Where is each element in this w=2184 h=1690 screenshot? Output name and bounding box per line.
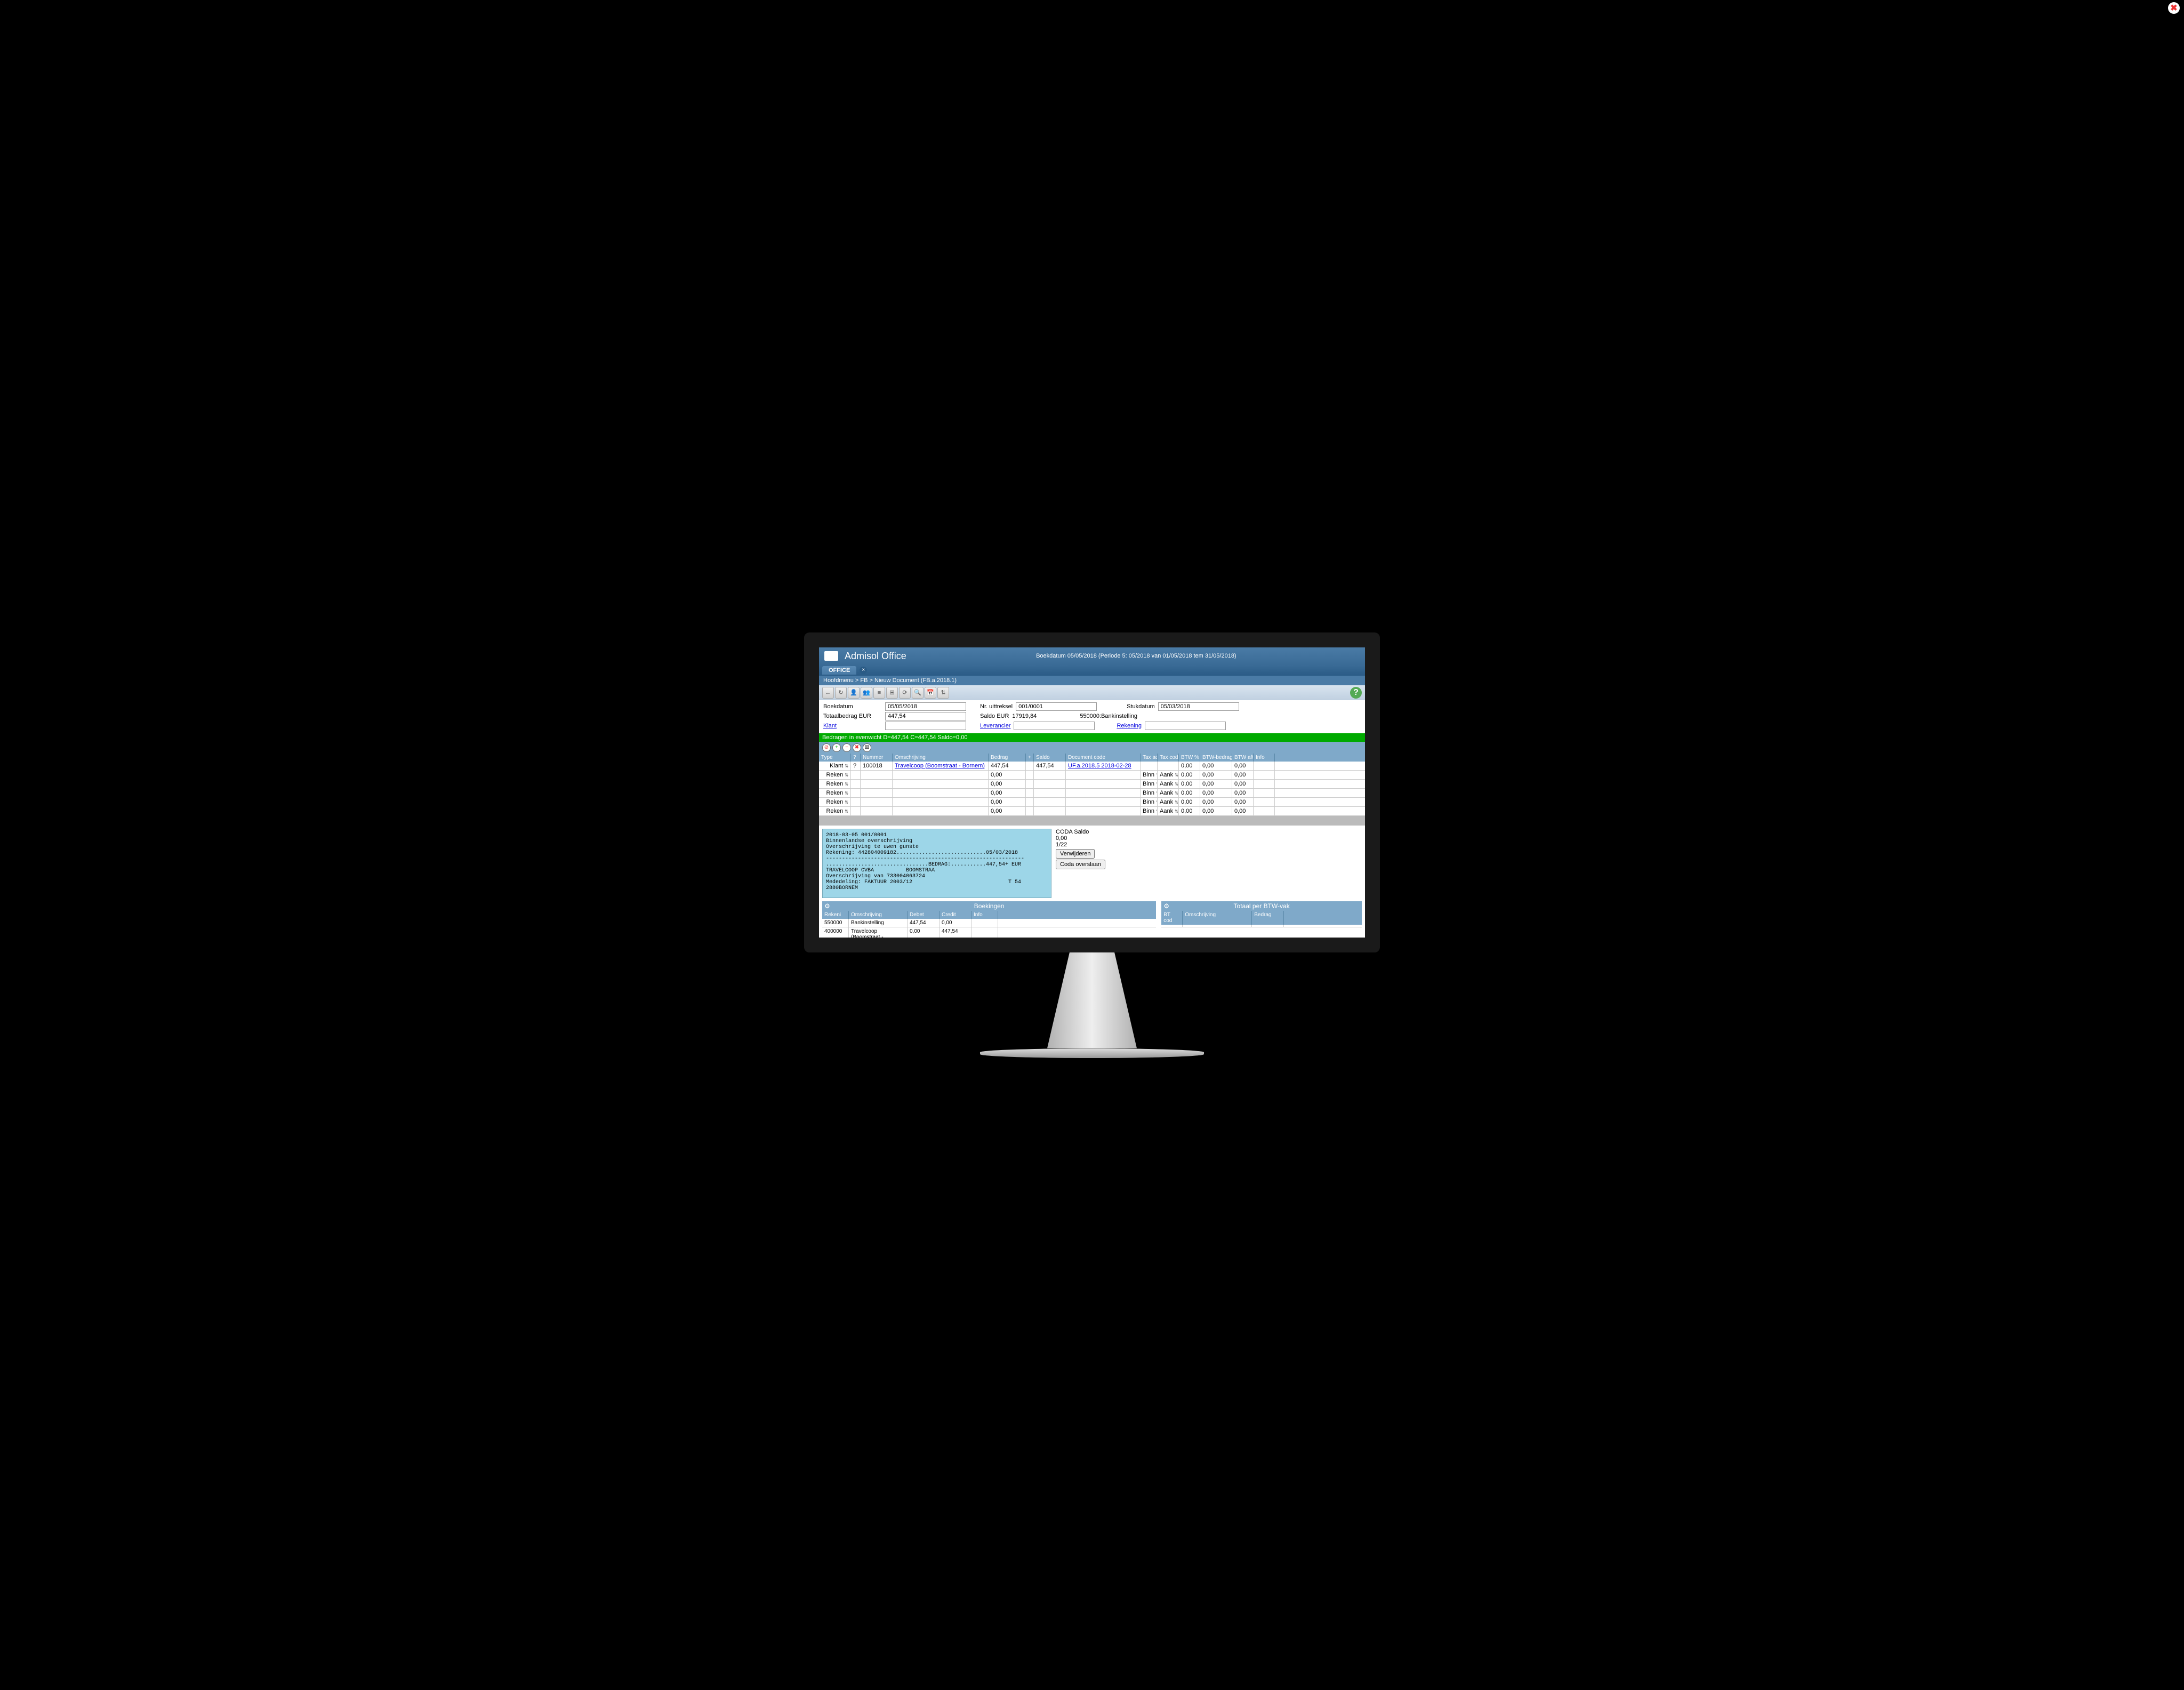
sort-button[interactable]: ⇅ <box>937 687 949 699</box>
boekdatum-input[interactable] <box>885 702 966 711</box>
rekening-link[interactable]: Rekening <box>1117 723 1141 729</box>
search-button[interactable]: 🔍 <box>912 687 924 699</box>
refresh-button[interactable]: ↻ <box>835 687 847 699</box>
app-title: Admisol Office <box>845 651 906 662</box>
coda-saldo-label: CODA Saldo <box>1056 829 1105 835</box>
grid-row[interactable]: Klant ⇅?100018Travelcoop (Boomstraat - B… <box>819 762 1365 771</box>
tab-close-icon[interactable]: × <box>860 667 867 674</box>
coda-panel: CODA Saldo 0,00 1/22 Verwijderen Coda ov… <box>1056 829 1105 898</box>
leverancier-link[interactable]: Leverancier <box>980 723 1010 729</box>
btwvak-panel: ⚙Totaal per BTW-vak BT cod Omschrijving … <box>1161 901 1362 942</box>
klant-input[interactable] <box>885 722 966 730</box>
app-logo-icon <box>824 651 838 661</box>
breadcrumb: Hoofdmenu > FB > Nieuw Document (FB.a.20… <box>819 676 1365 685</box>
grid-remove-icon[interactable]: − <box>842 743 851 752</box>
boekdatum-label: Boekdatum <box>823 703 882 710</box>
back-button[interactable]: ← <box>822 687 834 699</box>
totaal-label: Totaalbedrag EUR <box>823 713 882 719</box>
document-form: Boekdatum Nr. uittreksel Stukdatum Totaa… <box>819 700 1365 733</box>
coda-memo[interactable]: 2018-03-05 001/0001 Binnenlandse oversch… <box>822 829 1051 898</box>
saldo-label: Saldo EUR <box>980 713 1009 719</box>
tab-office[interactable]: OFFICE <box>822 666 856 675</box>
grid-row[interactable]: Reken ⇅0,00Binn ⇅Aank ⇅0,000,000,00 <box>819 789 1365 798</box>
boeking-row[interactable]: 550000Bankinstelling447,540,00 <box>822 919 1156 927</box>
tab-bar: OFFICE × <box>819 665 1365 676</box>
grid-button[interactable]: ⊞ <box>886 687 898 699</box>
gear-icon[interactable]: ⚙ <box>1163 902 1169 910</box>
balance-status: Bedragen in evenwicht D=447,54 C=447,54 … <box>819 733 1365 742</box>
users-button[interactable]: 👥 <box>861 687 872 699</box>
btwvak-empty-row <box>1161 925 1362 927</box>
coda-position: 1/22 <box>1056 842 1105 848</box>
rekening-input[interactable] <box>1145 722 1226 730</box>
calendar-button[interactable]: 📅 <box>925 687 936 699</box>
nr-input[interactable] <box>1016 702 1097 711</box>
grid-delete-icon[interactable]: ✖ <box>853 743 861 752</box>
grid-row[interactable]: Reken ⇅0,00Binn ⇅Aank ⇅0,000,000,00 <box>819 771 1365 780</box>
toolbar: ← ↻ 👤 👥 ≡ ⊞ ⟳ 🔍 📅 ⇅ ? <box>819 685 1365 700</box>
grid-empty <box>819 816 1365 826</box>
title-bar: Admisol Office Boekdatum 05/05/2018 (Per… <box>819 647 1365 665</box>
user-button[interactable]: 👤 <box>848 687 860 699</box>
gear-icon[interactable]: ⚙ <box>824 902 830 910</box>
grid-header: Type ? Nummer Omschrijving Bedrag + Sald… <box>819 754 1365 762</box>
coda-saldo-value: 0,00 <box>1056 835 1105 842</box>
verwijderen-button[interactable]: Verwijderen <box>1056 849 1095 859</box>
period-subtitle: Boekdatum 05/05/2018 (Periode 5: 05/2018… <box>913 653 1360 659</box>
klant-link[interactable]: Klant <box>823 723 882 729</box>
sync-button[interactable]: ⟳ <box>899 687 911 699</box>
grid-add-icon[interactable]: + <box>832 743 841 752</box>
grid-export-icon[interactable]: ⊞ <box>863 743 871 752</box>
boekingen-panel: ⚙Boekingen Rekeni Omschrijving Debet Cre… <box>822 901 1156 942</box>
coda-overslaan-button[interactable]: Coda overslaan <box>1056 860 1105 869</box>
grid-row[interactable]: Reken ⇅0,00Binn ⇅Aank ⇅0,000,000,00 <box>819 780 1365 789</box>
grid-row[interactable]: Reken ⇅0,00Binn ⇅Aank ⇅0,000,000,00 <box>819 798 1365 807</box>
grid-cancel-icon[interactable]: ⊘ <box>822 743 831 752</box>
saldo-value: 17919,84 <box>1012 713 1037 719</box>
help-button[interactable]: ? <box>1350 687 1362 699</box>
grid-row[interactable]: Reken ⇅0,00Binn ⇅Aank ⇅0,000,000,00 <box>819 807 1365 816</box>
nr-label: Nr. uittreksel <box>980 703 1013 710</box>
grid-controls: ⊘ + − ✖ ⊞ <box>819 742 1365 754</box>
boeking-row[interactable]: 400000Travelcoop (Boomstraat -0,00447,54 <box>822 927 1156 942</box>
bank-label: 550000:Bankinstelling <box>1080 713 1137 719</box>
stukdatum-input[interactable] <box>1158 702 1239 711</box>
list-button[interactable]: ≡ <box>873 687 885 699</box>
grid-body: Klant ⇅?100018Travelcoop (Boomstraat - B… <box>819 762 1365 816</box>
leverancier-input[interactable] <box>1014 722 1095 730</box>
stukdatum-label: Stukdatum <box>1127 703 1155 710</box>
totaal-input[interactable] <box>885 712 966 720</box>
